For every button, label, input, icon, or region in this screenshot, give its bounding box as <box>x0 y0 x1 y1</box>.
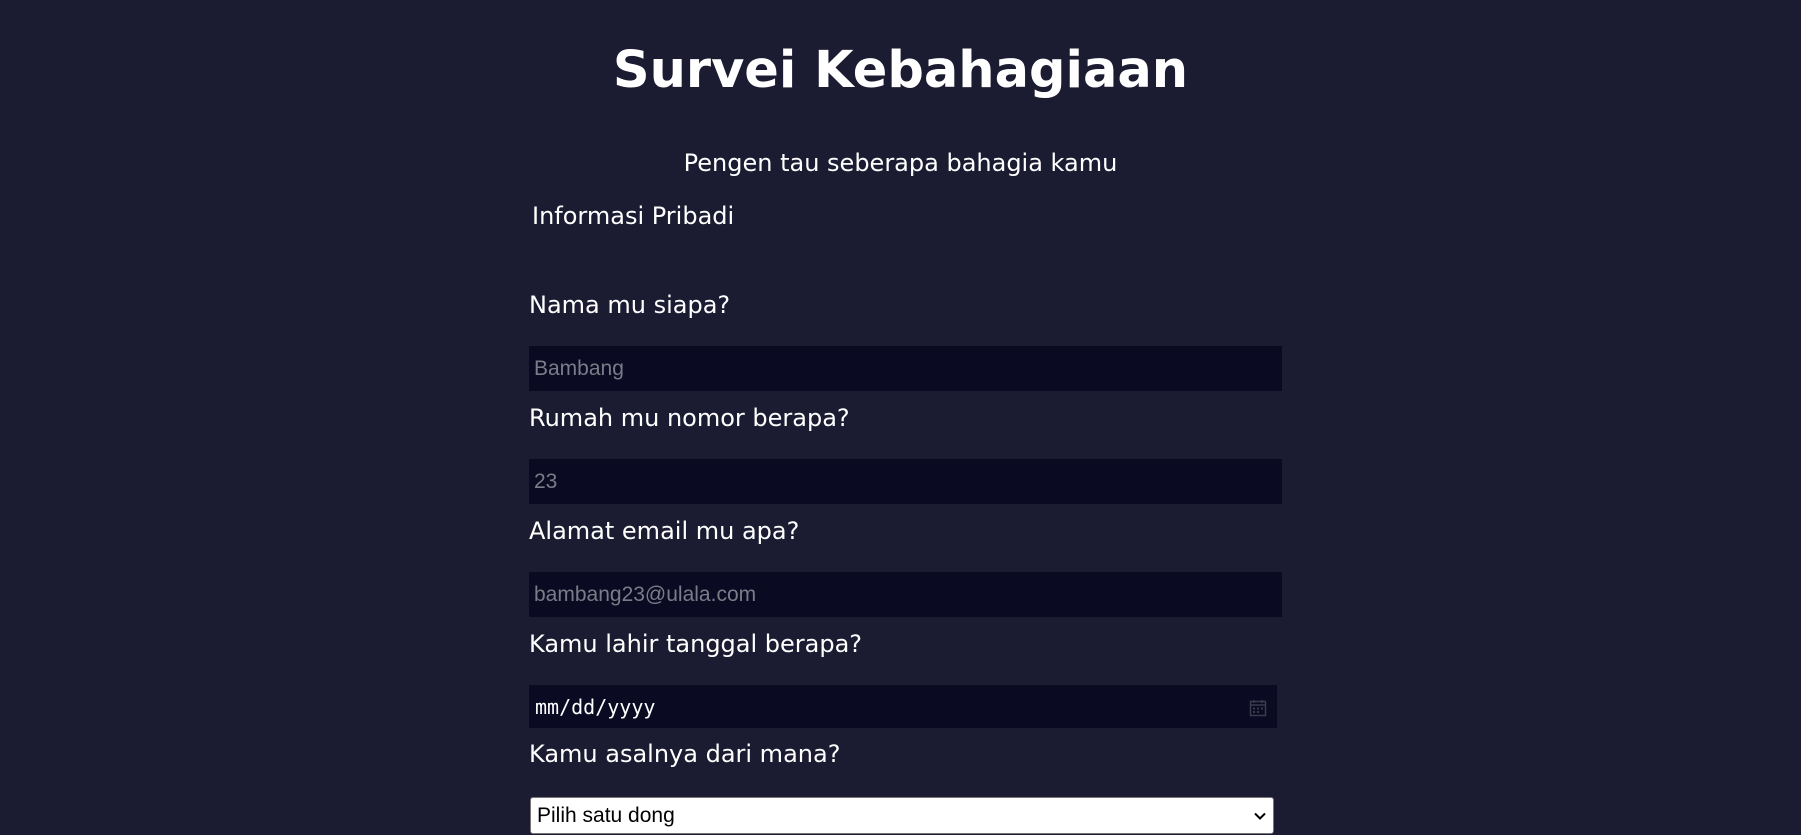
origin-select[interactable]: Pilih satu dong <box>530 797 1274 834</box>
house-number-label: Rumah mu nomor berapa? <box>529 404 850 432</box>
birthdate-placeholder: mm/dd/yyyy <box>535 694 656 719</box>
survey-page: Survei Kebahagiaan Pengen tau seberapa b… <box>0 0 1801 835</box>
page-title: Survei Kebahagiaan <box>612 41 1189 100</box>
email-label: Alamat email mu apa? <box>529 517 800 545</box>
name-input[interactable] <box>529 346 1282 391</box>
origin-label: Kamu asalnya dari mana? <box>529 740 841 768</box>
origin-selected-value: Pilih satu dong <box>537 803 675 827</box>
email-input[interactable] <box>529 572 1282 617</box>
chevron-down-icon <box>1253 809 1267 823</box>
name-label: Nama mu siapa? <box>529 291 731 319</box>
calendar-icon[interactable] <box>1249 698 1267 716</box>
birthdate-label: Kamu lahir tanggal berapa? <box>529 630 863 658</box>
birthdate-input[interactable]: mm/dd/yyyy <box>529 685 1277 728</box>
page-subtitle: Pengen tau seberapa bahagia kamu <box>683 149 1118 177</box>
section-legend: Informasi Pribadi <box>532 202 735 230</box>
house-number-input[interactable] <box>529 459 1282 504</box>
